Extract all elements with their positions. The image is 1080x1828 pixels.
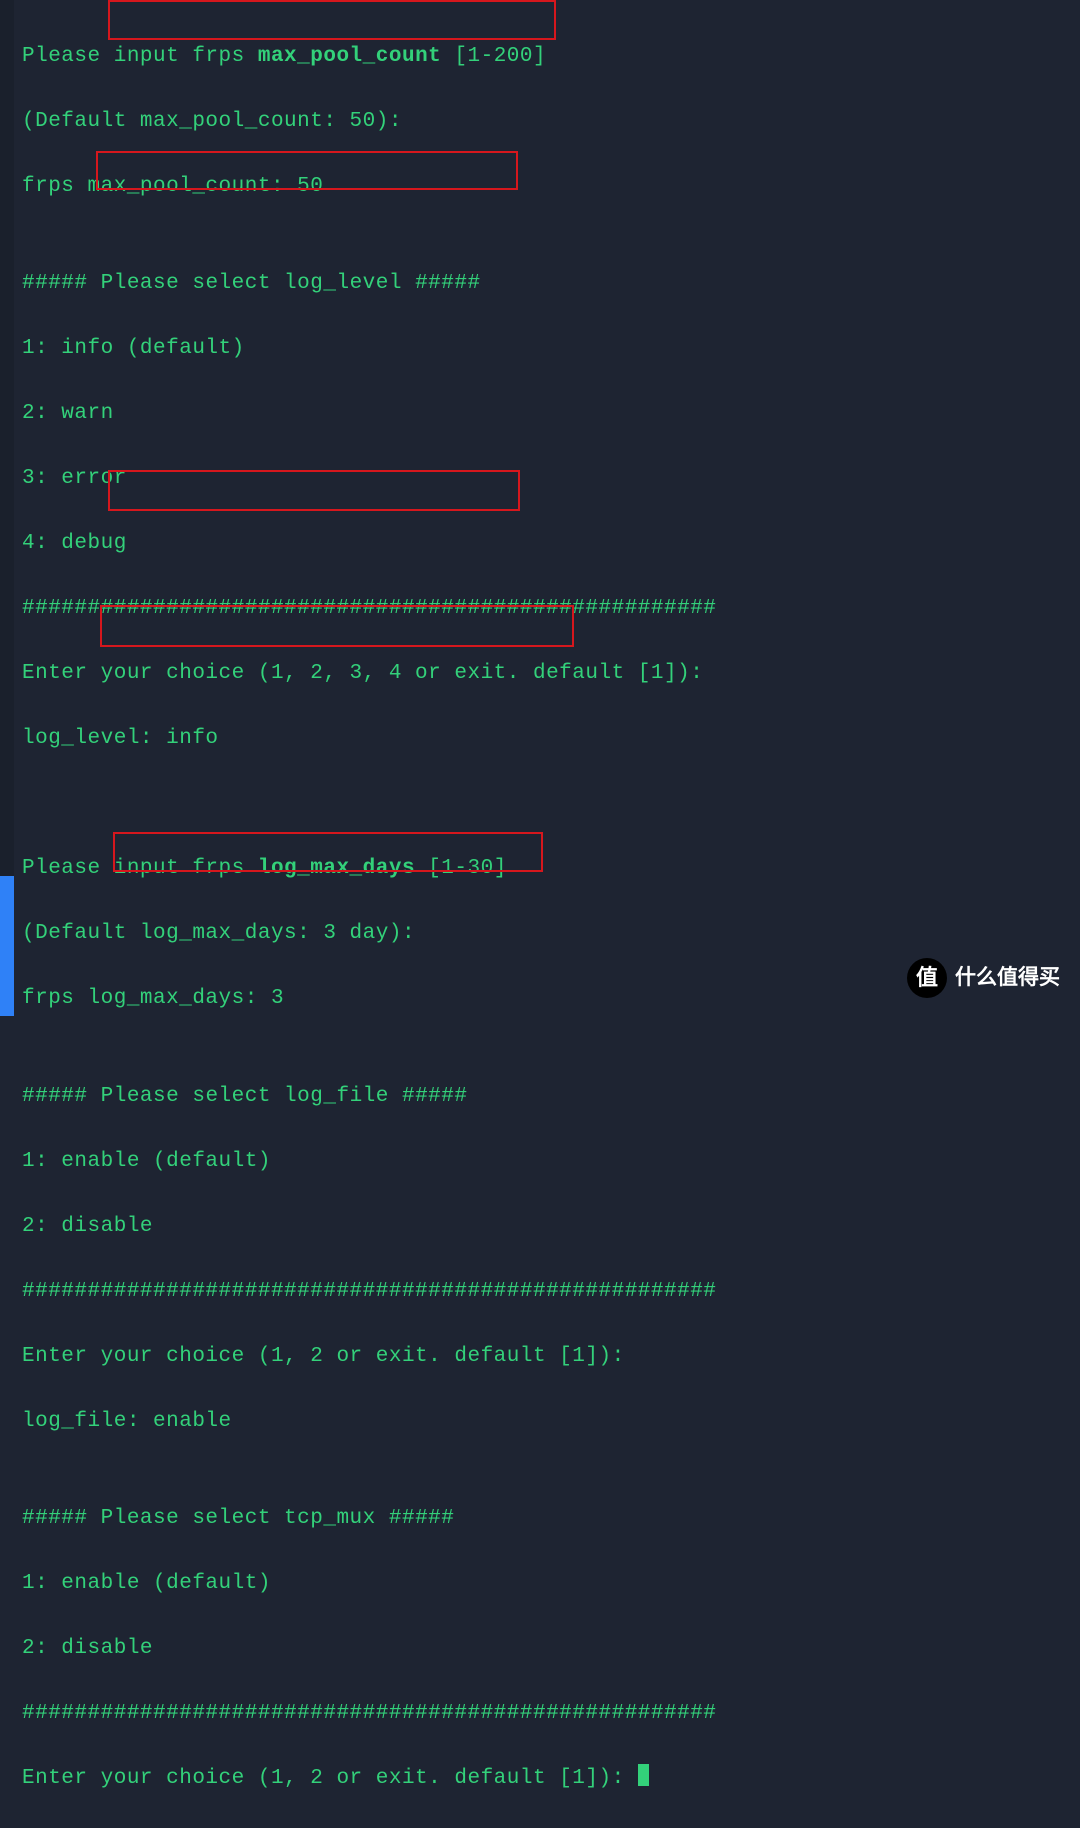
divider: ########################################… (22, 1698, 716, 1731)
cursor-icon (638, 1764, 649, 1786)
header-log-file: ##### Please select log_file ##### (22, 1081, 716, 1114)
prompt-log-level-choice: Enter your choice (1, 2, 3, 4 or exit. d… (22, 658, 716, 691)
result-log-file: log_file: enable (22, 1406, 716, 1439)
header-log-level: ##### Please select log_level ##### (22, 268, 716, 301)
prompt-log-max-days: Please input frps log_max_days [1-30] (22, 853, 716, 886)
result-log-level: log_level: info (22, 723, 716, 756)
opt-1-info: 1: info (default) (22, 333, 716, 366)
opt-4-debug: 4: debug (22, 528, 716, 561)
default-max-pool-count: (Default max_pool_count: 50): (22, 106, 716, 139)
watermark-text: 什么值得买 (955, 962, 1060, 995)
scroll-indicator (0, 876, 14, 1016)
opt-1-enable: 1: enable (default) (22, 1146, 716, 1179)
watermark-icon: 值 (907, 958, 947, 998)
result-max-pool-count: frps max_pool_count: 50 (22, 171, 716, 204)
prompt-max-pool-count: Please input frps max_pool_count [1-200] (22, 41, 716, 74)
watermark: 值 什么值得买 (907, 958, 1060, 998)
prompt-tcp-mux-choice[interactable]: Enter your choice (1, 2 or exit. default… (22, 1763, 716, 1796)
opt-2-disable: 2: disable (22, 1633, 716, 1666)
header-tcp-mux: ##### Please select tcp_mux ##### (22, 1503, 716, 1536)
divider: ########################################… (22, 593, 716, 626)
opt-2-warn: 2: warn (22, 398, 716, 431)
default-log-max-days: (Default log_max_days: 3 day): (22, 918, 716, 951)
divider: ########################################… (22, 1276, 716, 1309)
result-log-max-days: frps log_max_days: 3 (22, 983, 716, 1016)
opt-2-disable: 2: disable (22, 1211, 716, 1244)
prompt-log-file-choice: Enter your choice (1, 2 or exit. default… (22, 1341, 716, 1374)
opt-1-enable: 1: enable (default) (22, 1568, 716, 1601)
terminal-output[interactable]: Please input frps max_pool_count [1-200]… (22, 8, 716, 1828)
scrollbar-gutter (0, 0, 14, 1016)
opt-3-error: 3: error (22, 463, 716, 496)
